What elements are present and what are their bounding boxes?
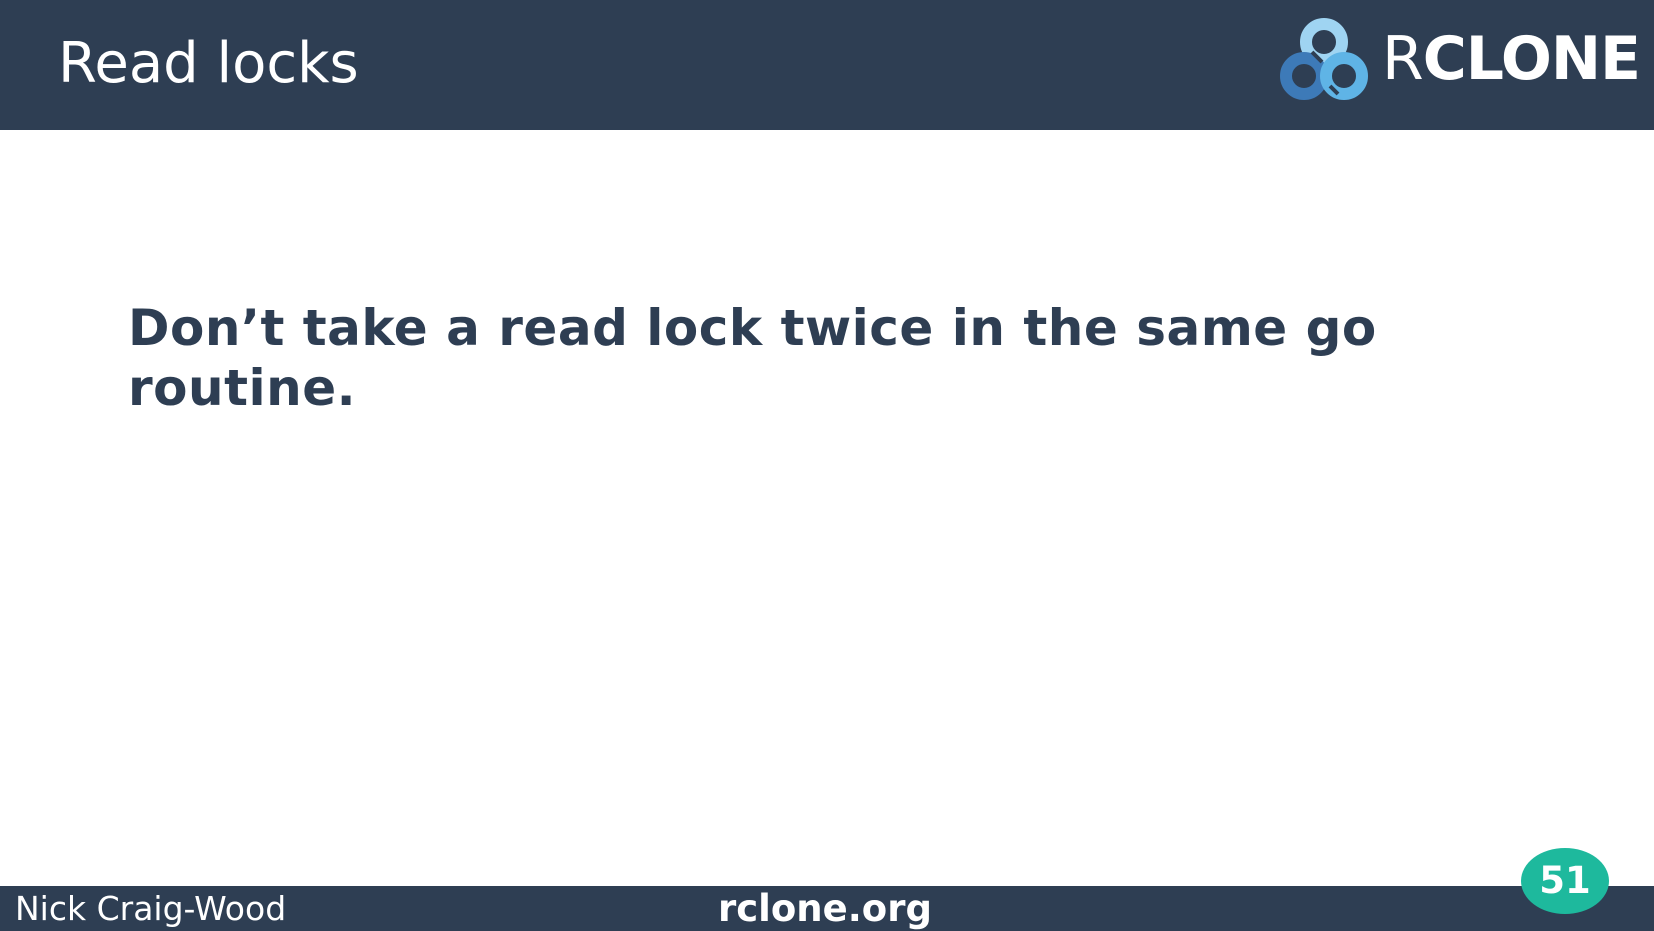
- rclone-logo: RCLONE: [1278, 16, 1641, 102]
- main-statement: Don’t take a read lock twice in the same…: [128, 299, 1377, 417]
- rclone-logo-text: RCLONE: [1382, 24, 1641, 94]
- footer-site: rclone.org: [718, 887, 932, 930]
- logo-text-clone: CLONE: [1422, 24, 1641, 94]
- slide: Read locks RCLONE Don’t take a read lock…: [0, 0, 1654, 931]
- footer-author: Nick Craig-Wood: [15, 889, 287, 928]
- rclone-logo-icon: [1280, 18, 1368, 100]
- page-number-badge: 51: [1521, 848, 1609, 914]
- logo-text-r: R: [1382, 24, 1424, 94]
- slide-title: Read locks: [58, 31, 359, 96]
